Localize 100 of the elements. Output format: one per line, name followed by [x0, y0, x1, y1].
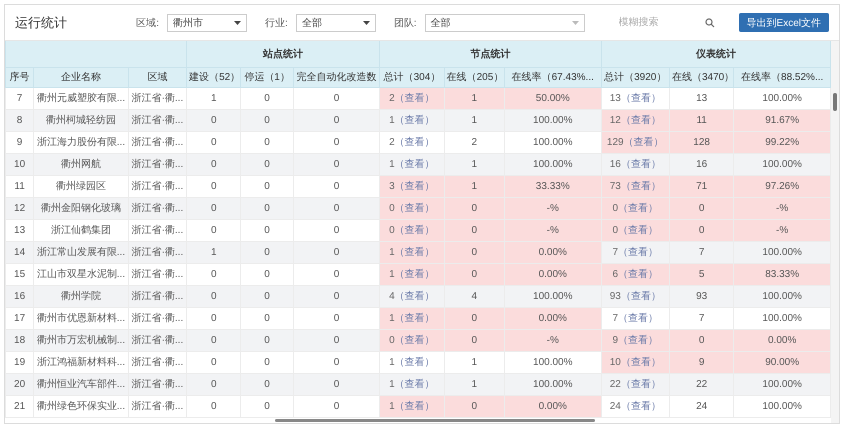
view-link[interactable]: （查看） [624, 137, 664, 148]
column-header: 总计（304） [380, 67, 444, 87]
view-link[interactable]: （查看） [618, 247, 658, 258]
view-link[interactable]: （查看） [394, 357, 435, 368]
count-text: 22 [610, 379, 621, 390]
table-cell: 0 [293, 329, 380, 351]
filter-select[interactable]: 衢州市 [166, 14, 247, 32]
count-text: 6 [612, 269, 618, 280]
count-text: 0 [389, 335, 395, 346]
table-cell: 浙江海力股份有限... [34, 131, 128, 153]
count-text: 1 [389, 247, 395, 258]
table-cell: 16 [6, 285, 34, 307]
view-link[interactable]: （查看） [394, 115, 435, 126]
table-cell: 衢州元威塑胶有限... [34, 87, 128, 109]
table-cell: 0 [293, 197, 380, 219]
column-header: 区域 [128, 67, 187, 87]
group-header: 仪表统计 [601, 41, 830, 67]
table-cell: 7 [6, 87, 34, 109]
table-cell: 0 [240, 285, 294, 307]
view-link[interactable]: （查看） [394, 137, 435, 148]
count-text: 73 [610, 181, 621, 192]
view-link[interactable]: （查看） [620, 93, 661, 104]
count-text: 1 [389, 269, 395, 280]
view-link[interactable]: （查看） [394, 335, 435, 346]
view-link[interactable]: （查看） [618, 203, 658, 214]
view-link[interactable]: （查看） [620, 181, 661, 192]
view-link[interactable]: （查看） [620, 291, 661, 302]
column-header: 序号 [6, 67, 34, 87]
table-cell: 浙江省·衢... [128, 373, 187, 395]
table-cell: 衢州网航 [34, 153, 128, 175]
table-cell: 0 [240, 131, 294, 153]
view-link[interactable]: （查看） [618, 269, 658, 280]
table-cell: 11 [669, 109, 734, 131]
view-link[interactable]: （查看） [394, 401, 435, 412]
horizontal-scrollbar[interactable] [275, 418, 595, 422]
view-link[interactable]: （查看） [394, 159, 435, 170]
table-cell: 0 [293, 87, 380, 109]
count-text: 16 [610, 159, 621, 170]
table-cell: 0 [444, 395, 504, 417]
table-cell: 0 [444, 307, 504, 329]
caret-icon [234, 20, 241, 24]
table-cell: 0 [293, 153, 380, 175]
table-cell: 浙江省·衢... [128, 351, 187, 373]
view-link[interactable]: （查看） [620, 357, 661, 368]
table-cell: 0 [186, 109, 241, 131]
table-cell: 衢州市优恩新材料... [34, 307, 128, 329]
table-cell: 71 [669, 175, 734, 197]
table-cell: 0 [293, 175, 380, 197]
view-link[interactable]: （查看） [620, 115, 661, 126]
table-cell: 0 [186, 219, 241, 241]
vertical-scrollbar[interactable] [833, 93, 837, 111]
view-link[interactable]: （查看） [394, 203, 435, 214]
table-cell: 1 [444, 109, 504, 131]
filter-select[interactable]: 全部 [424, 14, 585, 32]
table-cell: 浙江省·衢... [128, 175, 187, 197]
table-cell: 浙江省·衢... [128, 219, 187, 241]
table-cell: 14 [6, 241, 34, 263]
table-cell: -% [734, 197, 830, 219]
table-cell: 13 [669, 87, 734, 109]
view-link[interactable]: （查看） [394, 247, 435, 258]
view-link[interactable]: （查看） [620, 159, 661, 170]
view-link[interactable]: （查看） [394, 291, 435, 302]
view-link[interactable]: （查看） [618, 335, 658, 346]
table-cell: 19 [6, 351, 34, 373]
table-cell: 0 [669, 197, 734, 219]
table-cell: 13 [6, 219, 34, 241]
table-cell: 浙江省·衢... [128, 285, 187, 307]
column-header: 完全自动化改造数 [293, 67, 380, 87]
view-link[interactable]: （查看） [394, 181, 435, 192]
view-link[interactable]: （查看） [618, 225, 658, 236]
page-title: 运行统计 [15, 14, 67, 32]
view-link[interactable]: （查看） [394, 269, 435, 280]
view-link[interactable]: （查看） [620, 379, 661, 390]
count-text: 9 [612, 335, 618, 346]
count-text: 129 [606, 137, 624, 148]
export-button[interactable]: 导出到Excel文件 [738, 13, 829, 32]
view-link[interactable]: （查看） [618, 313, 658, 324]
table-cell: 0 [444, 263, 504, 285]
table-cell: 0 [240, 87, 294, 109]
view-link[interactable]: （查看） [394, 225, 435, 236]
table-cell: 浙江省·衢... [128, 241, 187, 263]
table-cell: 12 [6, 197, 34, 219]
table-cell: 91.67% [734, 109, 830, 131]
table-cell: 0.00% [504, 307, 602, 329]
filter-select[interactable]: 全部 [296, 14, 376, 32]
table-cell: 100.00% [734, 285, 830, 307]
count-text: 2 [389, 137, 395, 148]
table-cell: 100.00% [504, 285, 602, 307]
count-text: 1 [389, 115, 395, 126]
table-cell: 1 [186, 87, 241, 109]
count-text: 3 [389, 181, 395, 192]
column-header: 在线率（67.43%... [504, 67, 602, 87]
view-link[interactable]: （查看） [620, 401, 661, 412]
view-link[interactable]: （查看） [394, 313, 435, 324]
caret-icon [362, 20, 370, 24]
search-icon[interactable] [704, 18, 715, 28]
view-link[interactable]: （查看） [394, 379, 435, 390]
view-link[interactable]: （查看） [394, 93, 435, 104]
count-text: 0 [389, 203, 395, 214]
count-text: 10 [610, 357, 621, 368]
